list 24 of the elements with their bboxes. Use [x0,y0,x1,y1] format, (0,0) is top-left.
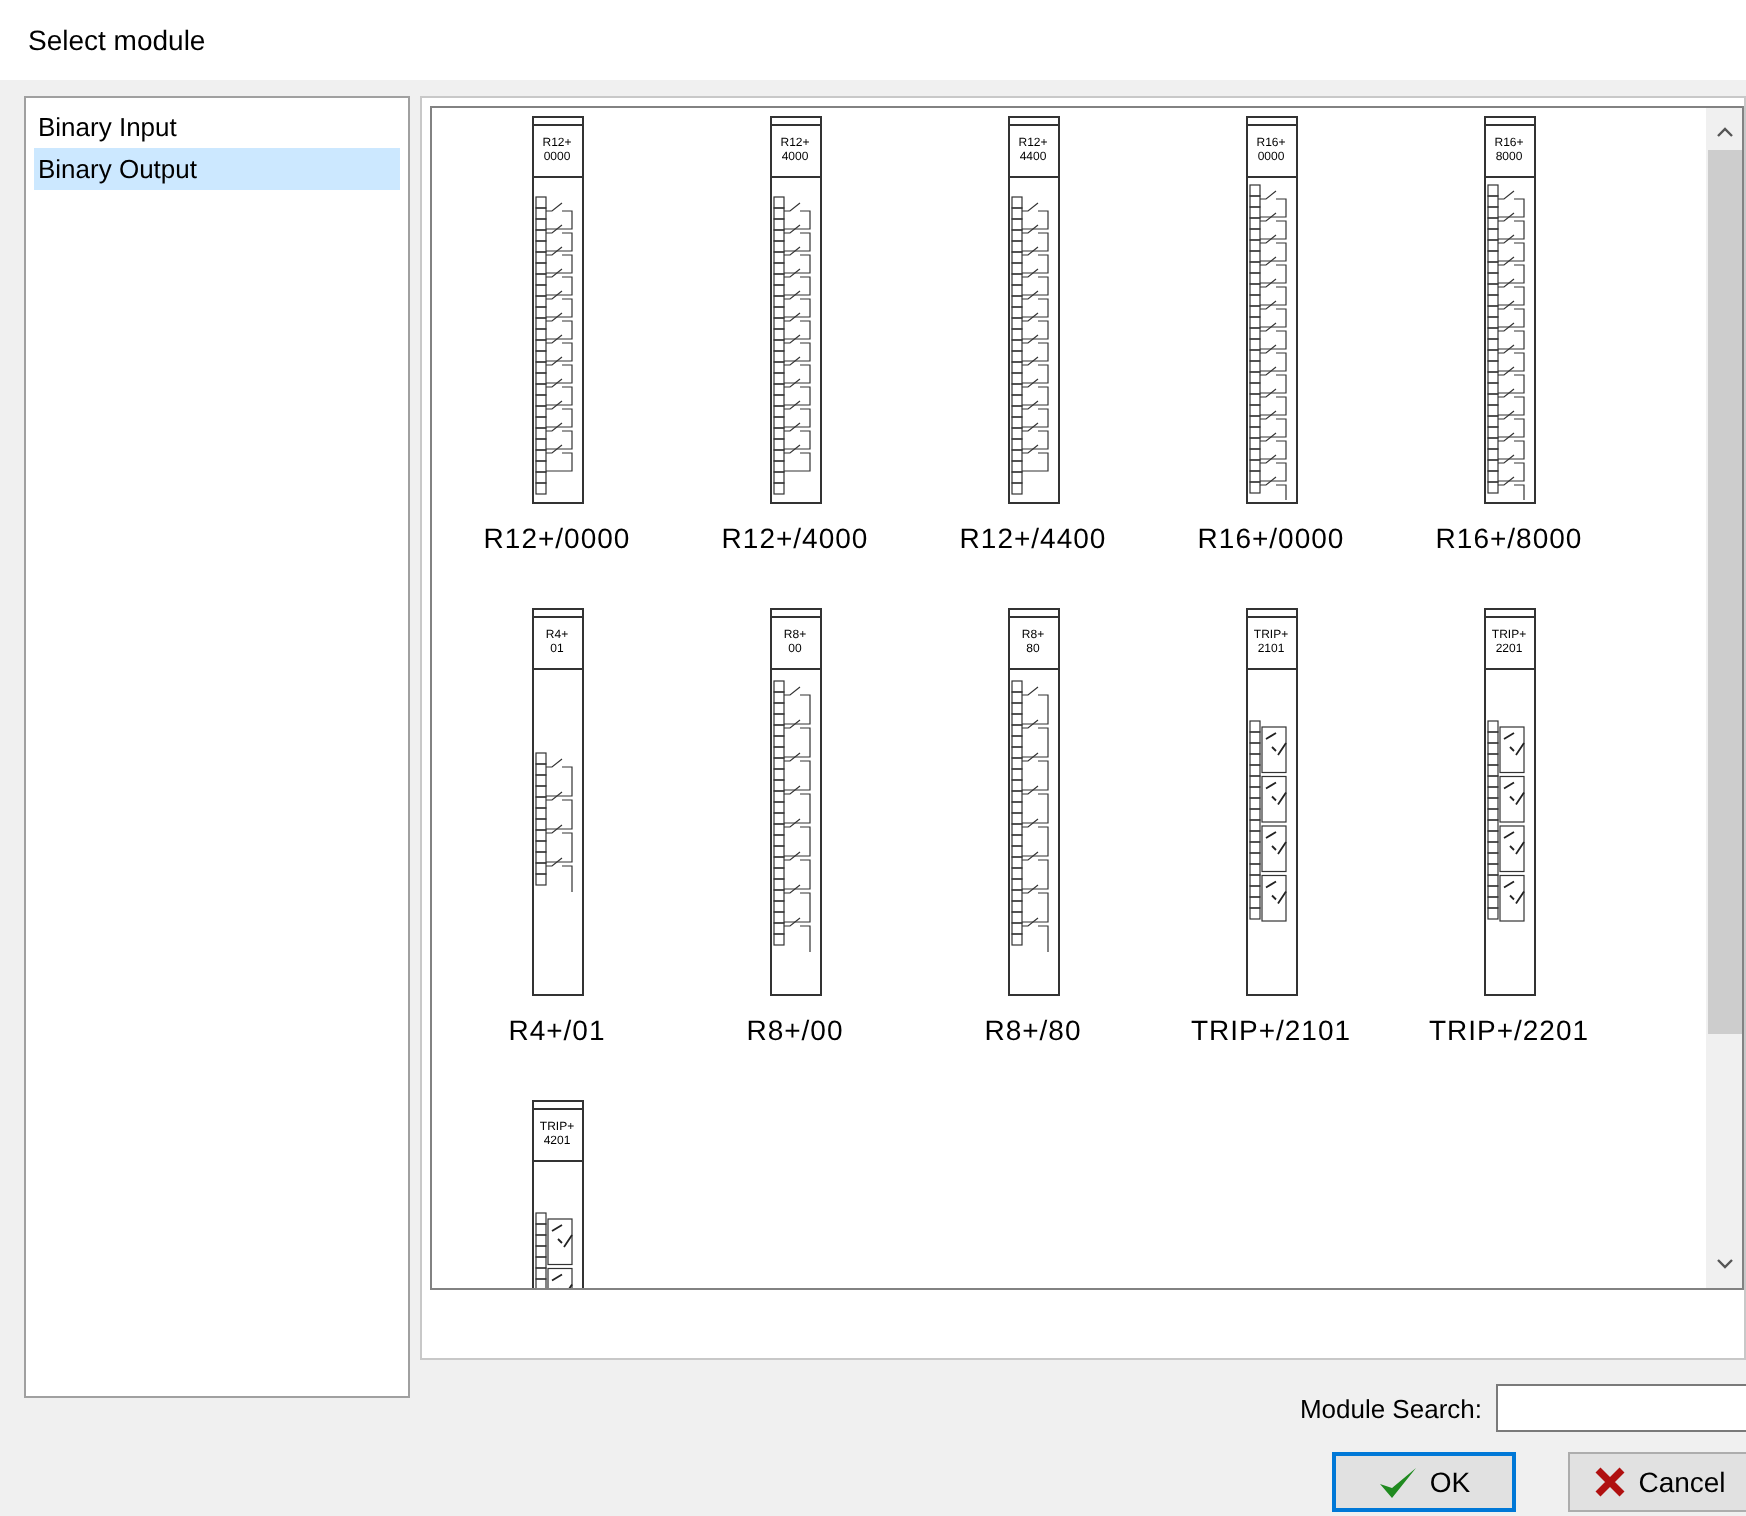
module-name: R16+/0000 [1197,520,1345,558]
module-name: TRIP+/2101 [1190,1012,1352,1050]
module-name: R8+/80 [984,1012,1082,1050]
cancel-button[interactable]: Cancel [1568,1452,1746,1513]
close-icon [1594,1466,1627,1499]
category-item[interactable]: Binary Input [34,106,400,148]
module-name: R12+/4000 [721,520,869,558]
module-name: TRIP+/2201 [1428,1012,1590,1050]
module-name: R12+/4400 [959,520,1107,558]
scrollbar[interactable] [1706,108,1742,1288]
module-name: R12+/0000 [483,520,631,558]
module-search-field[interactable] [1496,1384,1746,1433]
scroll-down-icon[interactable] [1715,1258,1733,1270]
module-name: R16+/8000 [1435,520,1583,558]
scroll-thumb[interactable] [1707,150,1741,1034]
search-label: Module Search: [1299,1391,1482,1428]
scroll-up-icon[interactable] [1715,126,1733,138]
ok-button[interactable]: OK [1332,1452,1516,1513]
window-title: Select module [28,21,206,59]
category-item[interactable]: Binary Output [34,148,400,190]
module-name: R8+/00 [746,1012,844,1050]
relay-circuit-drawing [533,752,573,892]
checkmark-icon [1377,1465,1418,1500]
module-name: R4+/01 [508,1012,606,1050]
